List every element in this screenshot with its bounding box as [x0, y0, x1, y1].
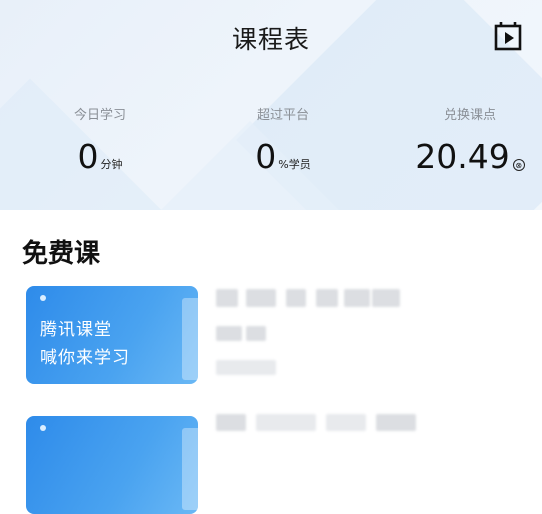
stat-value: 20.49	[415, 137, 510, 176]
blurred-text	[246, 289, 276, 307]
stat-label: 兑换课点	[443, 108, 496, 123]
blurred-text	[344, 289, 370, 307]
blurred-text	[316, 289, 338, 307]
page-title: 课程表	[231, 25, 310, 54]
thumbnail-line: 喊你来学习	[40, 348, 130, 368]
stat-exchange-points[interactable]: 兑换课点 20.49 ⊗	[370, 104, 542, 176]
blurred-text	[216, 326, 242, 341]
blurred-text	[216, 360, 276, 375]
section-title-free-courses: 免费课	[22, 239, 101, 269]
blurred-text	[216, 289, 238, 307]
stat-value: 0	[77, 137, 99, 176]
stat-beyond-platform[interactable]: 超过平台 0 %学员	[183, 104, 383, 176]
blurred-text	[376, 414, 416, 431]
blurred-text	[286, 289, 306, 307]
play-icon	[494, 22, 522, 51]
blurred-text	[256, 414, 316, 431]
stat-label: 今日学习	[73, 108, 126, 123]
thumbnail-text: 腾讯课堂 喊你来学习	[40, 316, 130, 372]
blurred-text	[216, 414, 246, 431]
blurred-text	[246, 326, 266, 341]
blurred-text	[326, 414, 366, 431]
stat-value: 0	[255, 137, 277, 176]
stat-unit: 分钟	[100, 158, 123, 171]
stats-bar: 今日学习 0 分钟 超过平台 0 %学员 兑换课点 20.49 ⊗	[0, 104, 542, 184]
blurred-text	[372, 289, 400, 307]
header: 课程表 今日学习 0 分钟 超过平台 0 %学员 兑换课点 20.49 ⊗	[0, 0, 542, 210]
decor-bar	[182, 428, 198, 510]
pin-icon	[40, 425, 46, 431]
decor-bar	[182, 298, 198, 380]
thumbnail-line: 腾讯课堂	[40, 320, 112, 340]
play-button[interactable]	[494, 21, 522, 51]
coin-icon: ⊗	[512, 159, 525, 171]
course-thumbnail[interactable]: 腾讯课堂 喊你来学习	[26, 286, 198, 384]
stat-today-study[interactable]: 今日学习 0 分钟	[0, 104, 200, 176]
stat-unit: %学员	[278, 158, 311, 171]
stat-label: 超过平台	[256, 108, 309, 123]
pin-icon	[40, 295, 46, 301]
